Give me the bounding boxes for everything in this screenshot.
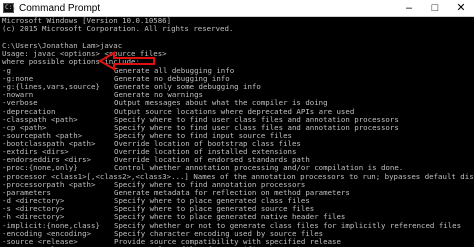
red-arrow-annotation [98,51,155,71]
maximize-button[interactable]: □ [422,0,448,17]
window-title: Command Prompt [19,3,101,14]
console-output[interactable]: Microsoft Windows [Version 10.0.10586] (… [0,17,474,247]
console-line: (c) 2015 Microsoft Corporation. All righ… [2,24,234,33]
command-prompt-icon[interactable]: C:\ [3,3,16,13]
app-icon-text: C:\ [5,4,16,11]
close-button[interactable]: ✕ [448,0,474,17]
minimize-button[interactable]: – [396,0,422,17]
window-titlebar: C:\ Command Prompt – □ ✕ [0,0,474,17]
